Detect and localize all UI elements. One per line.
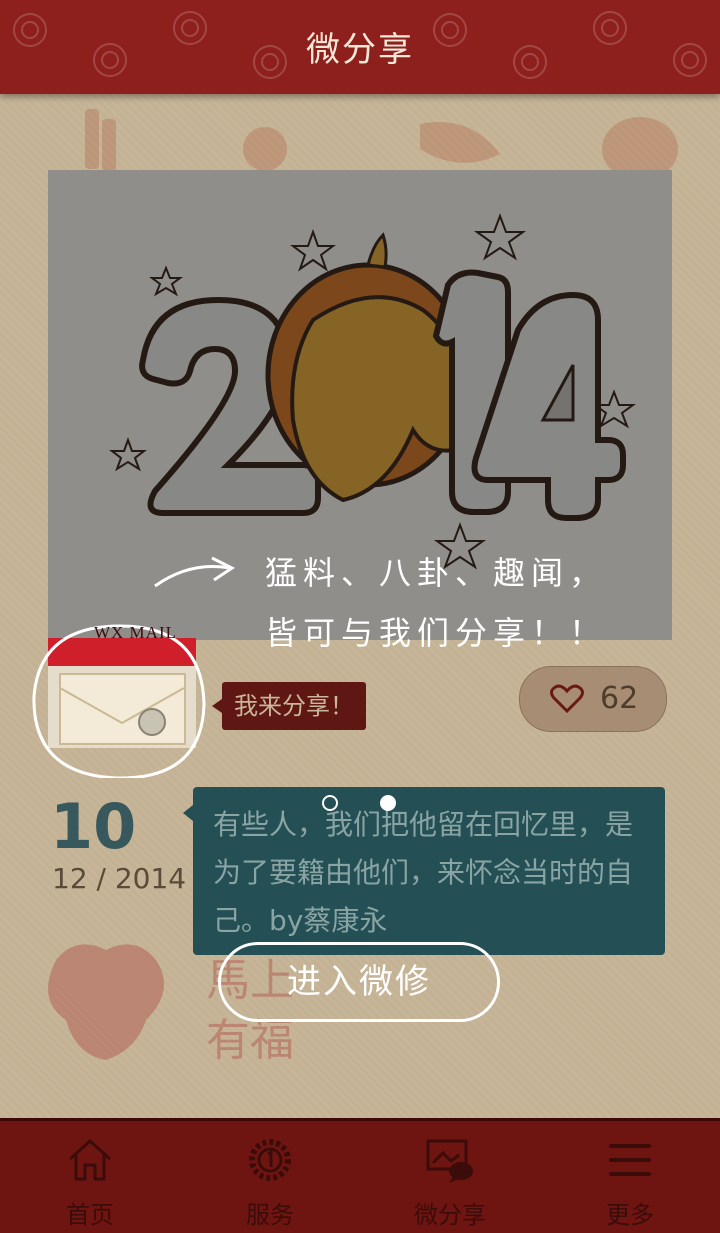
carousel-dot-1[interactable]	[322, 795, 338, 811]
like-button[interactable]: 62	[519, 666, 667, 732]
heart-icon	[550, 684, 584, 714]
mail-label: WX MAIL	[93, 623, 177, 642]
tab-label-microshare: 微分享	[414, 1201, 486, 1229]
tab-microshare[interactable]: 微分享	[360, 1121, 540, 1233]
date-month-year: 12 / 2014	[52, 862, 187, 895]
bottom-tab-bar: 首页 服务 微分享 更多	[0, 1118, 720, 1233]
mail-avatar[interactable]: WX MAIL	[30, 618, 210, 780]
background-text-line-2: 有福	[206, 1015, 294, 1066]
tab-more[interactable]: 更多	[540, 1121, 720, 1233]
like-count: 62	[600, 681, 639, 716]
arrow-icon	[154, 556, 235, 588]
tab-service[interactable]: 服务	[180, 1121, 360, 1233]
enter-button[interactable]: 进入微修	[218, 942, 500, 1022]
tab-label-service: 服务	[246, 1201, 294, 1229]
tab-label-more: 更多	[606, 1201, 654, 1229]
header-bar: 微分享	[0, 0, 720, 94]
menu-icon	[609, 1144, 651, 1176]
home-icon	[68, 1138, 112, 1181]
share-text-line-2: 皆可与我们分享！！	[265, 614, 608, 652]
share-text-line-1: 猛料、八卦、趣闻，	[265, 554, 608, 592]
quote-text: 有些人，我们把他留在回忆里，是为了要籍由他们，来怀念当时的自己。by蔡康永	[213, 808, 634, 937]
carousel-dot-2-active[interactable]	[380, 795, 396, 811]
service-icon	[249, 1139, 291, 1181]
date-day: 10	[50, 790, 137, 863]
tab-label-home: 首页	[66, 1201, 114, 1229]
carousel-indicators	[320, 795, 410, 815]
tab-home[interactable]: 首页	[0, 1121, 180, 1233]
page-title: 微分享	[306, 30, 414, 70]
share-button[interactable]: 我来分享！	[212, 682, 366, 730]
microshare-icon	[426, 1139, 473, 1183]
